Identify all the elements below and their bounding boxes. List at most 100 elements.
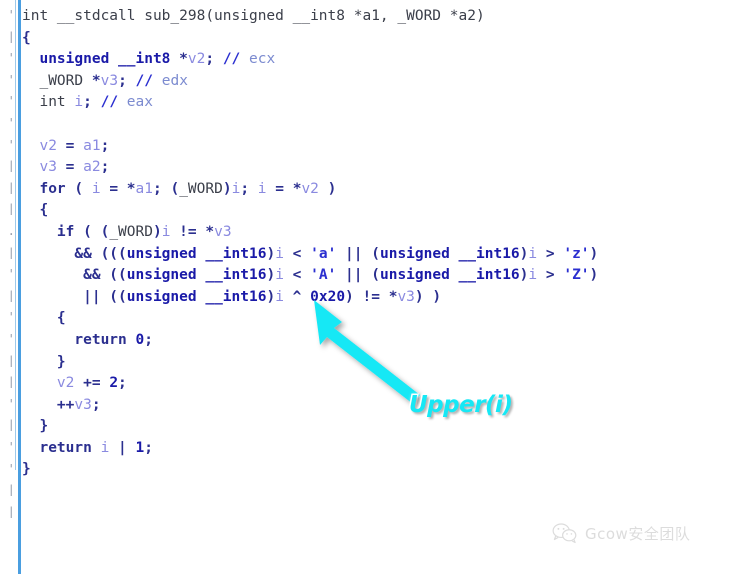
code-line[interactable]: int __stdcall sub_298(unsigned __int8 *a… <box>22 6 742 28</box>
wechat-icon <box>552 523 577 544</box>
code-token: ; <box>240 180 258 197</box>
code-token: int <box>39 94 66 111</box>
code-line[interactable]: v3 = a2; <box>22 157 742 179</box>
code-token: edx <box>153 72 188 89</box>
code-token: a2 <box>83 159 101 176</box>
pseudocode-text[interactable]: int __stdcall sub_298(unsigned __int8 *a… <box>22 6 742 481</box>
code-token: i <box>91 180 101 197</box>
code-token: || ( <box>336 245 380 262</box>
code-token: return <box>39 439 92 456</box>
code-token: && ((( <box>22 245 127 262</box>
gutter-mark: | <box>7 30 15 43</box>
code-token: _WORD <box>179 180 223 197</box>
code-token: i <box>74 94 84 111</box>
code-line[interactable]: { <box>22 28 742 50</box>
code-token: _WORD <box>39 72 84 89</box>
code-line[interactable]: _WORD *v3; // edx <box>22 71 742 93</box>
code-line[interactable]: } <box>22 416 742 438</box>
code-token: ^ <box>283 288 311 305</box>
code-token: < <box>283 245 311 262</box>
code-token: * <box>170 51 188 68</box>
watermark: Gcow安全团队 <box>552 522 690 544</box>
gutter-mark: ' <box>7 117 15 129</box>
code-token: } <box>22 461 31 478</box>
code-line[interactable]: if ( (_WORD)i != *v3 <box>22 222 742 244</box>
code-line[interactable]: && (((unsigned __int16)i < 'a' || (unsig… <box>22 244 742 266</box>
code-line[interactable]: v2 += 2; <box>22 373 742 395</box>
gutter-mark: | <box>7 160 15 173</box>
code-line[interactable]: return 0; <box>22 330 742 352</box>
code-line[interactable]: } <box>22 352 742 374</box>
code-token: ; <box>144 439 153 456</box>
code-token: } <box>22 418 49 435</box>
code-line[interactable]: || ((unsigned __int16)i ^ 0x20) != *v3) … <box>22 287 742 309</box>
code-token: // <box>222 51 241 68</box>
code-token: ; ( <box>153 180 180 197</box>
gutter-mark: ' <box>7 333 15 345</box>
code-token: ) <box>222 180 232 197</box>
code-token: ) <box>266 267 276 284</box>
gutter-mark: | <box>7 203 15 216</box>
code-token: if <box>56 223 75 240</box>
code-token: 0x20 <box>310 288 346 305</box>
code-line[interactable]: { <box>22 308 742 330</box>
code-line[interactable]: { <box>22 200 742 222</box>
code-token: for <box>39 180 66 197</box>
code-token: ; <box>100 159 110 176</box>
gutter-mark: | <box>7 505 15 518</box>
code-token: < <box>283 267 311 284</box>
code-token: ) <box>152 223 162 240</box>
code-line[interactable]: v2 = a1; <box>22 136 742 158</box>
code-token: ) <box>266 245 276 262</box>
code-token: ) != * <box>345 288 398 305</box>
code-token: 'A' <box>310 267 337 284</box>
code-line[interactable]: ++v3; <box>22 395 742 417</box>
code-line[interactable]: unsigned __int8 *v2; // ecx <box>22 49 742 71</box>
code-token: ) ) <box>414 288 442 305</box>
code-token: unsigned __int16 <box>379 267 520 284</box>
gutter-mark: | <box>7 181 15 194</box>
code-token: ; <box>144 331 153 348</box>
code-token: 'a' <box>310 245 337 262</box>
code-token: ; <box>83 94 101 111</box>
gutter-mark: ' <box>7 268 15 281</box>
code-token: != * <box>170 223 215 240</box>
code-token: { <box>22 29 31 46</box>
code-line[interactable]: for ( i = *a1; (_WORD)i; i = *v2 ) <box>22 179 742 201</box>
code-token: ; <box>91 396 101 413</box>
code-token: v3 <box>39 159 57 176</box>
gutter-mark: ' <box>7 52 15 65</box>
gutter-mark: ' <box>7 311 15 324</box>
code-token: = * <box>266 180 302 197</box>
code-line[interactable]: && ((unsigned __int16)i < 'A' || (unsign… <box>22 265 742 287</box>
code-token: ; <box>205 51 223 68</box>
code-line[interactable]: int i; // eax <box>22 92 742 114</box>
gutter-mark: ' <box>7 397 15 410</box>
gutter-mark: ' <box>7 138 15 151</box>
code-token: // <box>100 94 119 111</box>
gutter-divider-line <box>18 0 21 574</box>
code-token: i <box>257 180 267 197</box>
code-token: // <box>135 72 153 89</box>
code-line[interactable] <box>22 114 742 136</box>
code-token: i <box>275 267 284 284</box>
code-token: eax <box>118 94 153 111</box>
code-token: { <box>22 310 66 327</box>
code-token: unsigned __int16 <box>126 267 267 284</box>
code-token: 2 <box>109 375 119 392</box>
code-line[interactable]: return i | 1; <box>22 438 742 460</box>
gutter-mark: ' <box>7 441 15 453</box>
code-token: || (( <box>22 288 127 305</box>
code-token: return <box>74 331 127 348</box>
code-token: > <box>537 267 564 284</box>
code-token: int __stdcall sub_298(unsigned __int8 *a… <box>22 8 485 24</box>
code-line[interactable]: } <box>22 459 742 481</box>
code-token: ecx <box>240 51 276 68</box>
code-token: ) <box>589 245 599 262</box>
code-token: unsigned __int16 <box>379 245 520 262</box>
